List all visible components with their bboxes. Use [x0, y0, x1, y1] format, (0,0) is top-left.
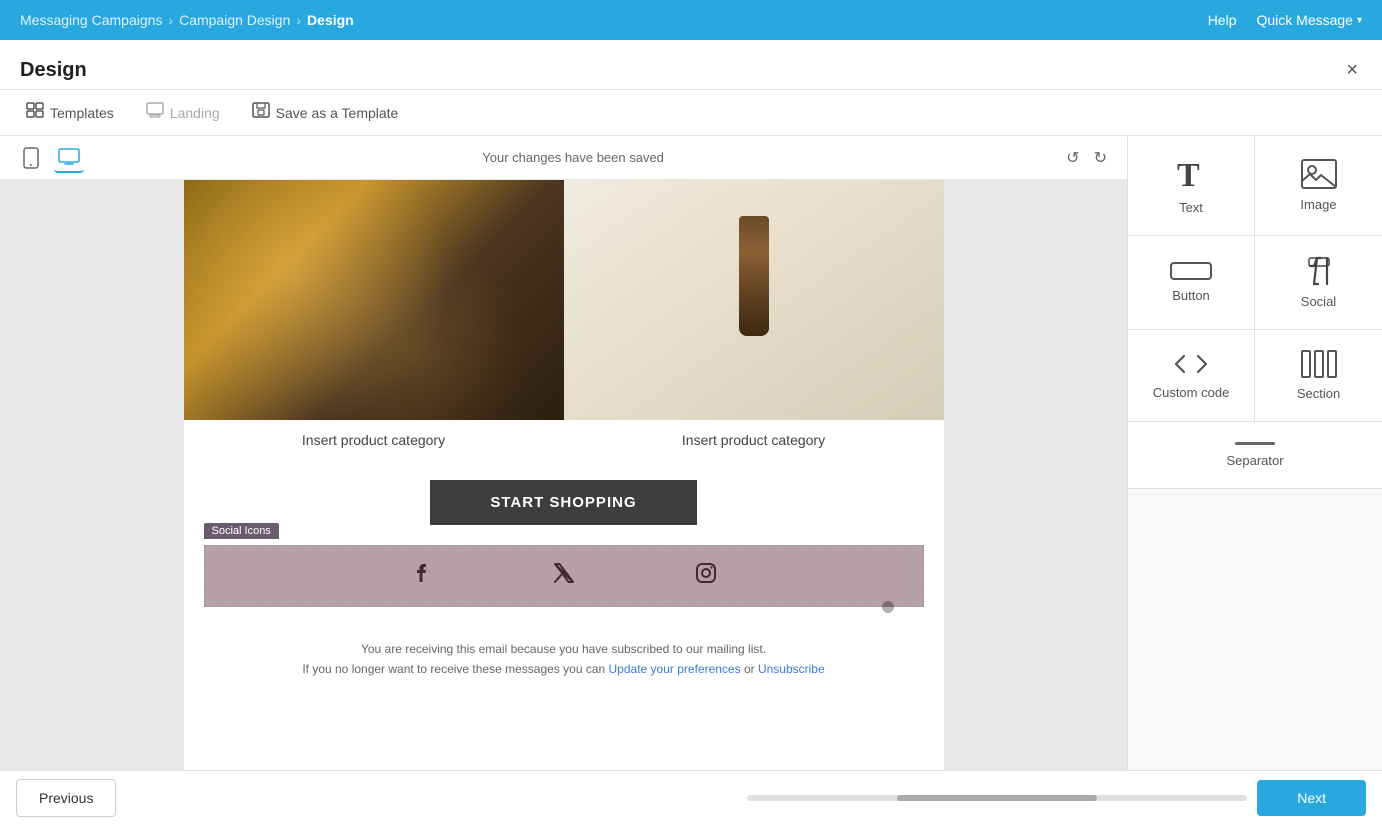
landing-label: Landing	[170, 105, 220, 121]
x-twitter-icon[interactable]	[553, 562, 575, 590]
product-image-2[interactable]	[564, 180, 944, 420]
footer-line1: You are receiving this email because you…	[224, 639, 904, 659]
landing-button[interactable]: Landing	[140, 98, 226, 127]
undo-redo-controls: ↺ ↻	[1062, 144, 1111, 172]
mobile-view-button[interactable]	[16, 143, 46, 173]
product-label-2[interactable]: Insert product category	[682, 420, 825, 460]
update-prefs-link[interactable]: Update your preferences	[609, 662, 741, 676]
instagram-icon[interactable]	[695, 562, 717, 590]
design-header: Design ×	[0, 40, 1382, 90]
save-template-icon	[252, 102, 270, 123]
breadcrumb-campaign[interactable]: Campaign Design	[179, 12, 290, 28]
breadcrumb: Messaging Campaigns › Campaign Design › …	[20, 12, 354, 28]
email-canvas: Insert product category Insert product c…	[184, 180, 944, 770]
content-area: Your changes have been saved ↺ ↻ Insert …	[0, 136, 1382, 770]
social-label-tag: Social Icons	[204, 523, 279, 539]
text-icon: T	[1175, 156, 1207, 192]
image-label: Image	[1300, 197, 1336, 212]
bottom-bar: Previous Next	[0, 770, 1382, 825]
button-icon	[1170, 262, 1212, 280]
view-controls	[16, 143, 84, 173]
footer-text: You are receiving this email because you…	[184, 623, 944, 696]
breadcrumb-sep2: ›	[296, 12, 301, 28]
next-button[interactable]: Next	[1257, 780, 1366, 816]
right-panel: T Text Image	[1127, 136, 1382, 770]
product-col-1: Insert product category	[184, 180, 564, 460]
quick-message-dropdown[interactable]: Quick Message ▾	[1256, 12, 1362, 28]
canvas-wrapper: Your changes have been saved ↺ ↻ Insert …	[0, 136, 1127, 770]
product-image-1[interactable]	[184, 180, 564, 420]
canvas-scroll[interactable]: Insert product category Insert product c…	[0, 180, 1127, 770]
canvas-toolbar: Your changes have been saved ↺ ↻	[0, 136, 1127, 180]
custom-code-icon	[1172, 351, 1210, 377]
social-icon	[1305, 256, 1333, 286]
separator-icon	[1235, 442, 1275, 445]
panel-item-image[interactable]: Image	[1255, 136, 1382, 236]
panel-item-social[interactable]: Social	[1255, 236, 1382, 330]
previous-button[interactable]: Previous	[16, 779, 116, 817]
social-bar	[204, 545, 924, 607]
custom-code-label: Custom code	[1153, 385, 1230, 400]
section-icon	[1301, 350, 1337, 378]
toolbar-row: Templates Landing Save as a Template	[0, 90, 1382, 136]
facebook-icon[interactable]	[411, 562, 433, 590]
desktop-view-button[interactable]	[54, 143, 84, 173]
main-container: Design × Templates Landing	[0, 40, 1382, 825]
product-grid: Insert product category Insert product c…	[184, 180, 944, 460]
social-label: Social	[1301, 294, 1336, 309]
breadcrumb-sep1: ›	[168, 12, 173, 28]
footer-line2: If you no longer want to receive these m…	[224, 659, 904, 679]
page-title: Design	[20, 59, 87, 82]
help-link[interactable]: Help	[1208, 12, 1237, 28]
breadcrumb-messaging[interactable]: Messaging Campaigns	[20, 12, 162, 28]
product-label-1[interactable]: Insert product category	[302, 420, 445, 460]
panel-item-custom-code[interactable]: Custom code	[1128, 330, 1255, 422]
quick-message-arrow-icon: ▾	[1357, 15, 1362, 26]
image-icon	[1301, 159, 1337, 189]
save-status: Your changes have been saved	[482, 150, 664, 165]
landing-icon	[146, 102, 164, 123]
unsubscribe-link[interactable]: Unsubscribe	[758, 662, 825, 676]
cta-section: START SHOPPING	[184, 460, 944, 545]
text-label: Text	[1179, 200, 1203, 215]
panel-item-separator[interactable]: Separator	[1128, 422, 1382, 489]
top-nav-right: Help Quick Message ▾	[1208, 12, 1362, 28]
close-button[interactable]: ×	[1342, 55, 1362, 86]
save-template-button[interactable]: Save as a Template	[246, 98, 405, 127]
redo-button[interactable]: ↻	[1090, 144, 1111, 172]
undo-button[interactable]: ↺	[1062, 144, 1083, 172]
breadcrumb-current: Design	[307, 12, 354, 28]
button-label: Button	[1172, 288, 1210, 303]
templates-label: Templates	[50, 105, 114, 121]
save-template-label: Save as a Template	[276, 105, 399, 121]
product-col-2: Insert product category	[564, 180, 944, 460]
panel-item-section[interactable]: Section	[1255, 330, 1382, 422]
svg-text:T: T	[1177, 157, 1200, 192]
section-label: Section	[1297, 386, 1340, 401]
templates-icon	[26, 102, 44, 123]
panel-item-text[interactable]: T Text	[1128, 136, 1255, 236]
social-section: Social Icons	[204, 545, 924, 607]
panel-item-button[interactable]: Button	[1128, 236, 1255, 330]
separator-label: Separator	[1226, 453, 1283, 468]
cta-button[interactable]: START SHOPPING	[430, 480, 696, 525]
top-navigation: Messaging Campaigns › Campaign Design › …	[0, 0, 1382, 40]
templates-button[interactable]: Templates	[20, 98, 120, 127]
